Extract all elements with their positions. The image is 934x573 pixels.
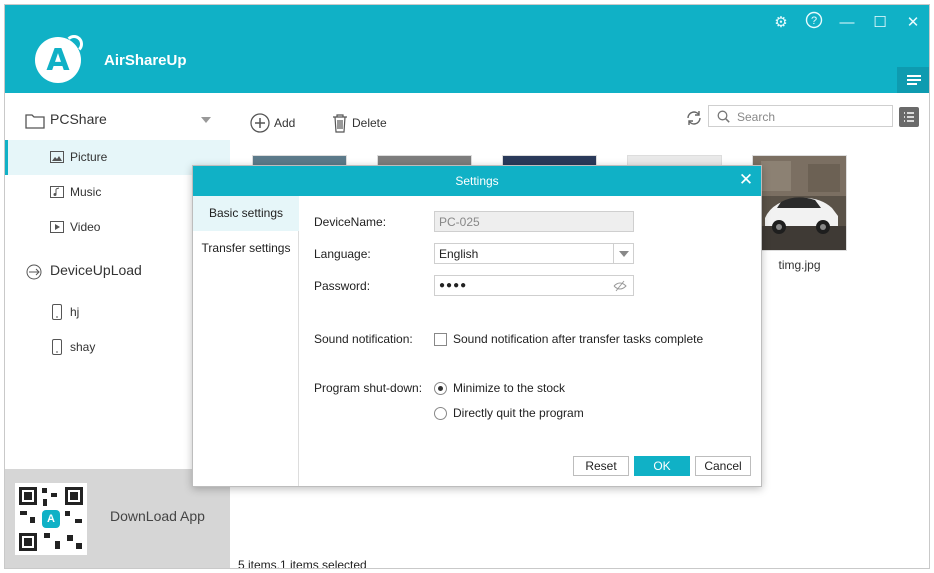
gear-icon[interactable]: ⚙ xyxy=(770,12,792,34)
quit-radio[interactable] xyxy=(434,407,447,420)
wifi-wave-icon xyxy=(65,35,83,53)
language-value: English xyxy=(439,247,479,261)
sidebar-item-label: PCShare xyxy=(50,111,107,127)
minimize-icon[interactable]: — xyxy=(836,12,858,34)
help-glyph: ? xyxy=(811,15,817,27)
sidebar-item-label: DeviceUpLoad xyxy=(50,262,142,278)
chevron-down-icon[interactable] xyxy=(201,117,211,123)
language-label: Language: xyxy=(314,247,371,261)
search-icon xyxy=(717,110,730,123)
search-input[interactable]: Search xyxy=(708,105,893,127)
list-view-icon[interactable] xyxy=(899,107,919,127)
sidebar-item-pcshare[interactable]: PCShare xyxy=(5,103,230,138)
folder-icon xyxy=(25,114,45,129)
sidebar-item-label: Video xyxy=(70,220,101,234)
trash-icon xyxy=(333,114,347,133)
reset-button[interactable]: Reset xyxy=(573,456,629,476)
thumbnail-label: timg.jpg xyxy=(778,258,821,272)
dialog-header: Settings ✕ xyxy=(193,166,761,196)
sidebar-item-label: Picture xyxy=(70,150,108,164)
add-button[interactable]: Add xyxy=(250,111,300,135)
phone-icon xyxy=(52,339,62,355)
thumbnail-timg[interactable] xyxy=(752,155,847,251)
settings-dialog: Settings ✕ Basic settings Transfer setti… xyxy=(192,165,762,487)
menu-icon[interactable] xyxy=(897,67,929,93)
quit-option[interactable]: Directly quit the program xyxy=(453,406,584,420)
close-icon[interactable]: ✕ xyxy=(737,171,755,189)
cancel-button[interactable]: Cancel xyxy=(695,456,751,476)
maximize-icon[interactable]: ☐ xyxy=(869,12,891,34)
title-bar: A AirShareUp ⚙ ? — ☐ ✕ xyxy=(5,5,929,93)
add-label: Add xyxy=(274,116,296,130)
minimize-option[interactable]: Minimize to the stock xyxy=(453,381,565,395)
device-name-value: PC-025 xyxy=(439,215,480,229)
password-value: ●●●● xyxy=(439,280,468,291)
sidebar-item-label: shay xyxy=(70,340,96,354)
refresh-icon[interactable] xyxy=(685,109,703,127)
usb-icon xyxy=(26,264,42,280)
search-placeholder: Search xyxy=(737,110,776,124)
status-bar: 5 items,1 items selected xyxy=(238,558,367,569)
phone-icon xyxy=(52,304,62,320)
sound-notification-checkbox[interactable] xyxy=(434,333,447,346)
delete-label: Delete xyxy=(352,116,387,130)
qr-code: A xyxy=(15,483,87,555)
help-icon[interactable]: ? xyxy=(803,11,825,33)
tab-transfer-settings[interactable]: Transfer settings xyxy=(193,231,299,266)
app-window: A AirShareUp ⚙ ? — ☐ ✕ PCShare Picture M xyxy=(4,4,930,569)
picture-icon xyxy=(50,151,64,163)
language-select[interactable]: English xyxy=(434,243,634,264)
device-name-label: DeviceName: xyxy=(314,215,387,229)
music-icon xyxy=(50,186,64,198)
eye-hidden-icon[interactable] xyxy=(613,280,627,292)
download-app-label: DownLoad App xyxy=(110,508,205,524)
password-field[interactable]: ●●●● xyxy=(434,275,634,296)
ok-button[interactable]: OK xyxy=(634,456,690,476)
minimize-radio[interactable] xyxy=(434,382,447,395)
sidebar-item-label: Music xyxy=(70,185,102,199)
password-label: Password: xyxy=(314,279,371,293)
dialog-title: Settings xyxy=(455,174,499,188)
app-title: AirShareUp xyxy=(104,52,187,69)
add-icon xyxy=(250,113,270,133)
sound-notification-option[interactable]: Sound notification after transfer tasks … xyxy=(453,332,703,346)
video-icon xyxy=(50,221,64,233)
tab-basic-settings[interactable]: Basic settings xyxy=(193,196,299,231)
delete-button[interactable]: Delete xyxy=(330,111,390,135)
program-shutdown-label: Program shut-down: xyxy=(314,381,423,395)
car-photo xyxy=(753,156,846,250)
qr-logo: A xyxy=(42,510,60,528)
sidebar-item-label: hj xyxy=(70,305,80,319)
dialog-tabs: Basic settings Transfer settings xyxy=(193,196,299,486)
chevron-down-icon[interactable] xyxy=(613,244,633,263)
device-name-field: PC-025 xyxy=(434,211,634,232)
close-icon[interactable]: ✕ xyxy=(902,12,924,34)
sound-notification-label: Sound notification: xyxy=(314,332,413,346)
